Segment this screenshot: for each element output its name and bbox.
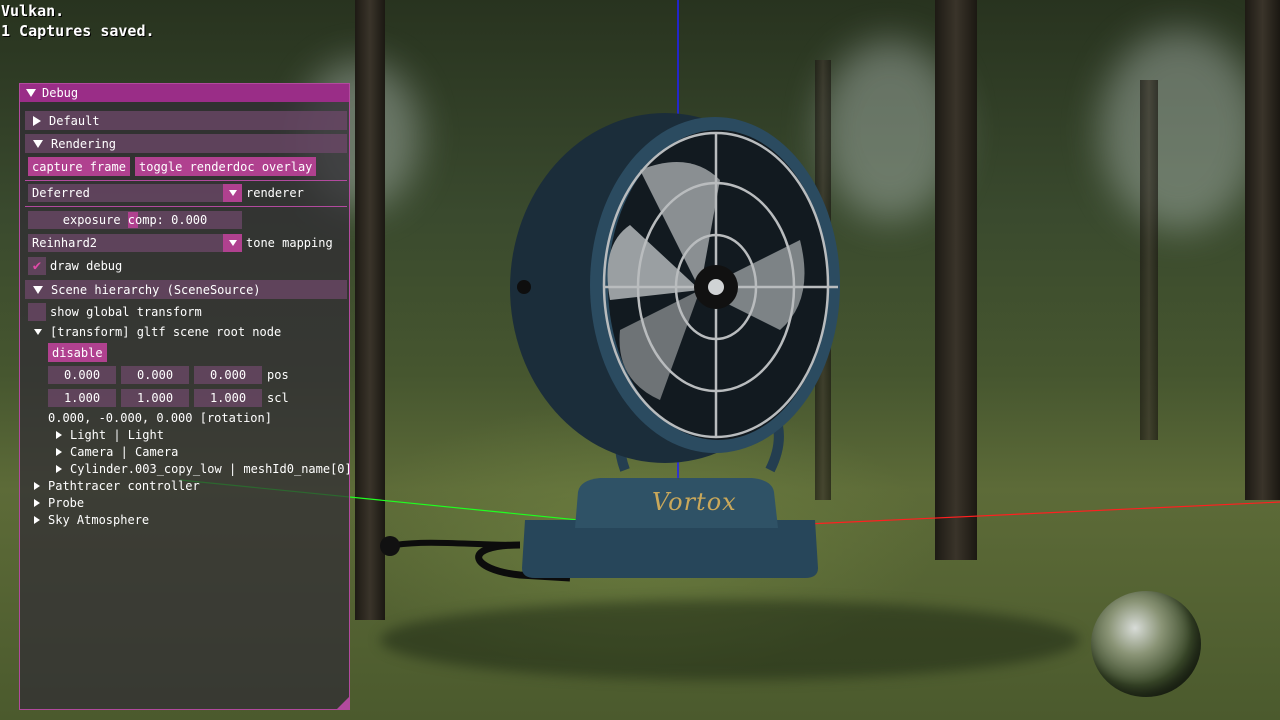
section-scene-hierarchy[interactable]: Scene hierarchy (SceneSource) [25,280,347,299]
tree-node-sky-atmosphere-label: Sky Atmosphere [48,513,150,527]
collapse-icon [33,285,43,294]
tree-collapsed-icon [34,499,40,507]
chevron-down-icon[interactable] [223,184,242,202]
exposure-comp-slider[interactable]: exposure comp: 0.000 [28,211,242,229]
toggle-renderdoc-overlay-button[interactable]: toggle renderdoc overlay [135,157,317,176]
debug-window[interactable]: Debug Default Rendering capture frame to… [19,83,352,710]
tree-collapsed-icon [34,482,40,490]
scl-z-field[interactable]: 1.000 [194,389,262,407]
tree-node-camera[interactable]: Camera | Camera [56,445,178,459]
tree-node-cylinder-label: Cylinder.003_copy_low | meshId0_name[0] [70,462,352,476]
capture-frame-button[interactable]: capture frame [28,157,130,176]
show-global-transform-checkbox[interactable] [28,303,46,321]
section-default-label: Default [49,113,100,128]
section-scene-hierarchy-label: Scene hierarchy (SceneSource) [51,282,261,297]
tree-node-sky-atmosphere[interactable]: Sky Atmosphere [34,513,149,527]
rotation-readout: 0.000, -0.000, 0.000 [rotation] [48,411,272,425]
chevron-down-icon[interactable] [223,234,242,252]
collapse-icon [33,139,43,148]
tree-node-light-label: Light | Light [70,428,164,442]
draw-debug-checkbox[interactable]: ✔ [28,257,46,275]
tone-mapping-select-value: Reinhard2 [32,236,98,250]
resize-grip-icon[interactable] [337,697,349,709]
expand-icon [33,115,41,126]
tree-expanded-icon [34,329,42,335]
draw-debug-label: draw debug [50,259,123,273]
scl-label: scl [267,391,289,405]
tree-node-cylinder[interactable]: Cylinder.003_copy_low | meshId0_name[0] [56,462,352,476]
tree-node-pathtracer-label: Pathtracer controller [48,479,200,493]
renderer-select[interactable]: Deferred [28,184,242,202]
show-global-transform-label: show global transform [50,305,202,319]
probe-sphere [1091,591,1201,697]
scl-y-field[interactable]: 1.000 [121,389,189,407]
separator [25,180,347,181]
tree-node-camera-label: Camera | Camera [70,445,179,459]
status-overlay: Vulkan. 1 Captures saved. [1,1,155,41]
checkmark-icon: ✔ [32,258,42,274]
scl-x-field[interactable]: 1.000 [48,389,116,407]
disable-button[interactable]: disable [48,343,107,362]
tree-collapsed-icon [56,448,62,456]
section-default[interactable]: Default [25,111,347,130]
pos-y-field[interactable]: 0.000 [121,366,189,384]
tone-mapping-label: tone mapping [246,236,333,250]
debug-window-titlebar[interactable]: Debug [20,84,349,102]
tree-node-pathtracer-controller[interactable]: Pathtracer controller [34,479,200,493]
pos-label: pos [267,368,289,382]
tree-collapsed-icon [34,516,40,524]
tree-collapsed-icon [56,431,62,439]
section-rendering-label: Rendering [51,136,117,151]
collapse-icon[interactable] [26,89,36,97]
tree-node-probe[interactable]: Probe [34,496,84,510]
section-rendering[interactable]: Rendering [25,134,347,153]
tree-node-probe-label: Probe [48,496,85,510]
tree-node-root-label: [transform] gltf scene root node [50,325,282,339]
pos-z-field[interactable]: 0.000 [194,366,262,384]
api-label: Vulkan. [1,2,65,20]
tone-mapping-select[interactable]: Reinhard2 [28,234,242,252]
tree-node-light[interactable]: Light | Light [56,428,164,442]
renderer-select-value: Deferred [32,186,90,200]
renderer-label: renderer [246,186,304,200]
pos-x-field[interactable]: 0.000 [48,366,116,384]
tree-node-root[interactable]: [transform] gltf scene root node [34,325,281,339]
fan-logo-text: Vortox [652,488,737,516]
debug-window-title: Debug [42,86,79,100]
tree-collapsed-icon [56,465,62,473]
exposure-comp-text: exposure comp: 0.000 [62,213,208,227]
separator [25,206,347,207]
captures-saved-label: 1 Captures saved. [1,22,155,40]
